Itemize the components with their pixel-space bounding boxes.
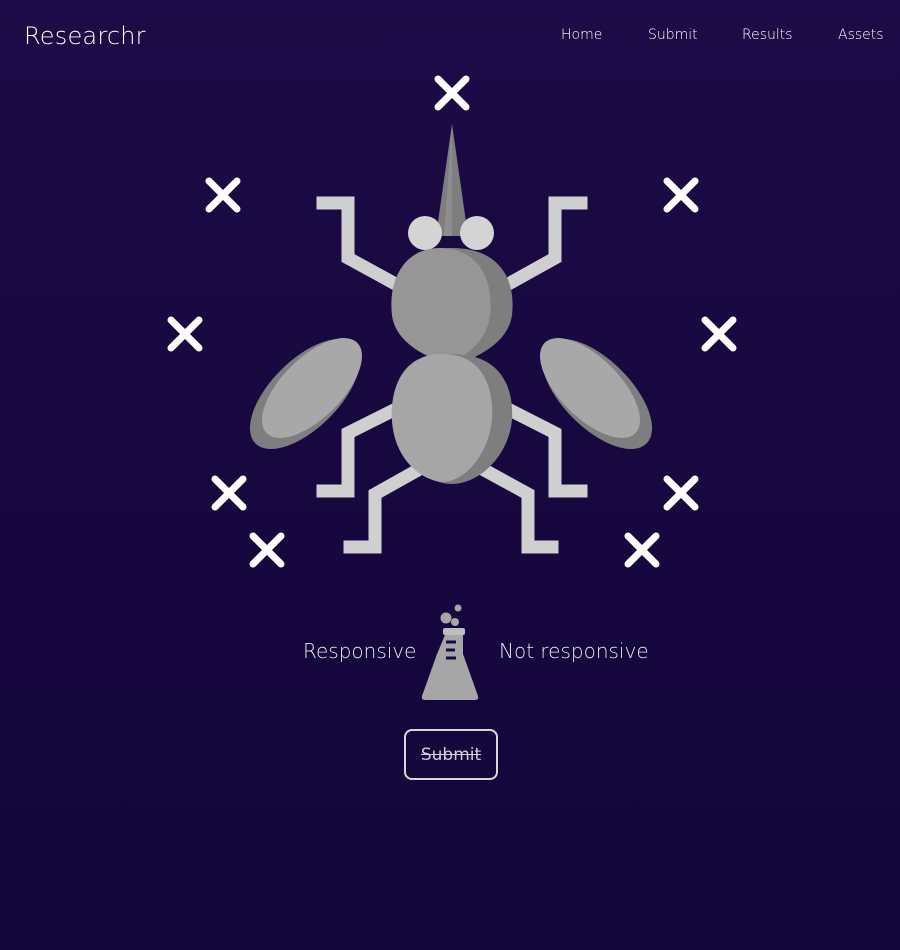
close-icon[interactable] — [165, 314, 205, 354]
not-responsive-option[interactable]: Not responsive — [499, 639, 649, 663]
responsive-option[interactable]: Responsive — [303, 639, 416, 663]
nav-home[interactable]: Home — [561, 27, 602, 43]
close-icon[interactable] — [661, 473, 701, 513]
response-choices: Responsive Not responsive — [0, 600, 900, 710]
nav-results[interactable]: Results — [742, 27, 793, 43]
submit-button[interactable]: Submit — [404, 729, 498, 780]
nav-assets[interactable]: Assets — [838, 27, 884, 43]
close-icon[interactable] — [622, 530, 662, 570]
close-icon[interactable] — [661, 175, 701, 215]
stimulus-stage — [0, 60, 900, 580]
close-icon[interactable] — [203, 175, 243, 215]
close-icon[interactable] — [432, 73, 472, 113]
close-icon[interactable] — [247, 530, 287, 570]
close-icon[interactable] — [209, 473, 249, 513]
flask-icon — [421, 604, 479, 700]
close-icon[interactable] — [699, 314, 739, 354]
mosquito-icon — [249, 124, 653, 554]
nav-submit[interactable]: Submit — [648, 27, 698, 43]
main-nav: Home Submit Results Assets — [0, 27, 900, 47]
